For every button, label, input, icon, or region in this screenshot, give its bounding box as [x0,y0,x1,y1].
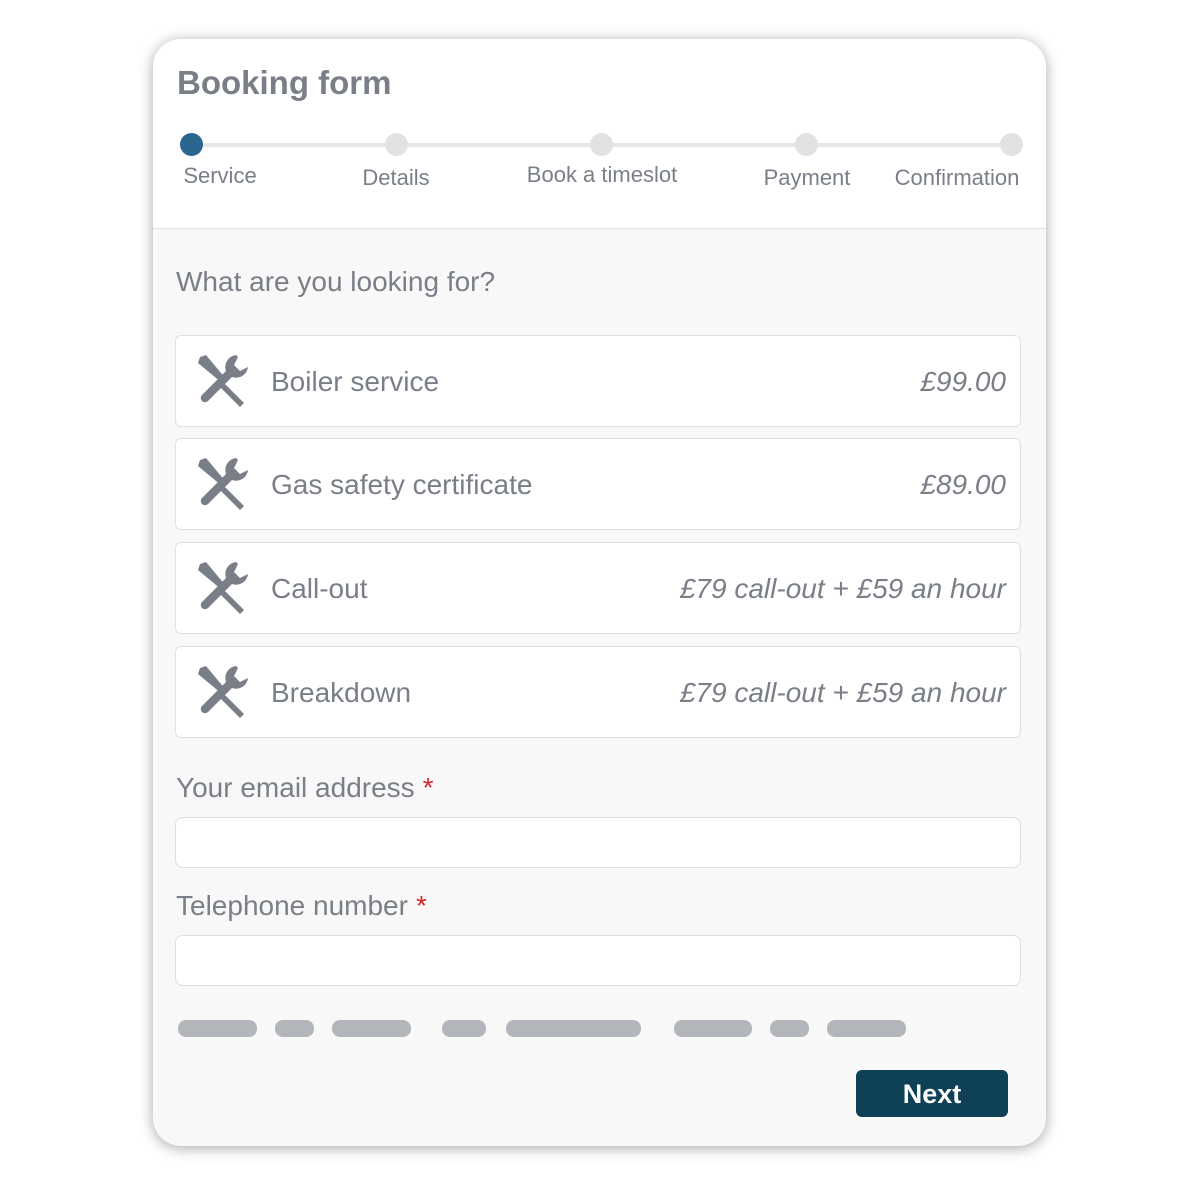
service-price: £79 call-out + £59 an hour [679,573,1006,604]
phone-label-text: Telephone number [176,890,408,921]
step-dot-payment[interactable] [795,133,818,156]
redacted-text-bar [178,1020,257,1037]
tools-icon [198,458,248,510]
service-option[interactable]: Gas safety certificate £89.00 [175,438,1021,530]
service-price: £79 call-out + £59 an hour [679,677,1006,708]
redacted-text-bar [506,1020,641,1037]
redacted-text-bar [827,1020,906,1037]
step-label-payment: Payment [763,165,851,190]
service-name: Call-out [271,573,368,604]
service-option[interactable]: Breakdown £79 call-out + £59 an hour [175,646,1021,738]
tools-icon [198,562,248,614]
next-button[interactable]: Next [856,1070,1008,1117]
email-label-text: Your email address [176,772,415,803]
service-name: Boiler service [271,366,440,397]
booking-form-card: Booking form Service Details Book a time… [153,39,1046,1146]
step-label-service: Service [183,163,257,188]
redacted-text-bar [770,1020,809,1037]
service-option[interactable]: Boiler service £99.00 [175,335,1021,427]
step-label-timeslot: Book a timeslot [526,162,678,187]
question-heading: What are you looking for? [176,266,496,297]
telephone-field[interactable] [175,935,1021,986]
service-name: Breakdown [271,677,412,708]
email-label: Your email address * [176,772,434,804]
step-dot-service[interactable] [180,133,203,156]
phone-label: Telephone number * [176,890,427,922]
step-dot-timeslot[interactable] [590,133,613,156]
service-name: Gas safety certificate [271,469,533,500]
step-dot-confirmation[interactable] [1000,133,1023,156]
step-dot-details[interactable] [385,133,408,156]
redacted-text-bar [332,1020,411,1037]
form-header: Booking form Service Details Book a time… [153,39,1046,229]
service-price: £99.00 [920,366,1006,397]
step-label-details: Details [362,165,430,190]
service-option[interactable]: Call-out £79 call-out + £59 an hour [175,542,1021,634]
required-mark: * [415,890,427,921]
required-mark: * [422,772,434,803]
tools-icon [198,666,248,718]
service-price: £89.00 [920,469,1006,500]
email-field[interactable] [175,817,1021,868]
step-label-confirmation: Confirmation [894,165,1020,190]
tools-icon [198,355,248,407]
redacted-text-bar [674,1020,752,1037]
redacted-text-bar [442,1020,486,1037]
page-title: Booking form [177,64,392,101]
redacted-text-bar [275,1020,314,1037]
